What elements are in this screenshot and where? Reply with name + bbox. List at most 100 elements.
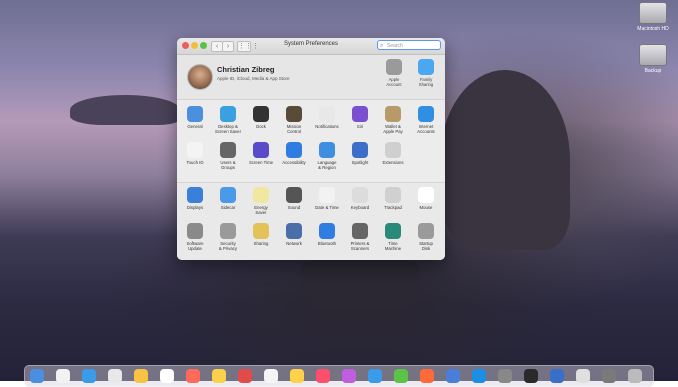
- pane-label: Notifications: [315, 124, 339, 129]
- pane-house-lock[interactable]: Security & Privacy: [211, 223, 245, 251]
- pane-clock[interactable]: Date & Time: [310, 187, 344, 210]
- pane-label: Sound: [287, 205, 301, 210]
- pane-printer[interactable]: Printers & Scanners: [343, 223, 377, 251]
- speaker-icon: [286, 187, 302, 203]
- keyboard-icon: [352, 187, 368, 203]
- mission-control-icon: [286, 106, 302, 122]
- gear-icon: [187, 223, 203, 239]
- zoom-button[interactable]: [200, 42, 207, 49]
- pane-time-machine[interactable]: Time Machine: [376, 223, 410, 251]
- pane-speaker[interactable]: Sound: [277, 187, 311, 210]
- pane-label: Startup Disk: [419, 241, 433, 251]
- pane-bluetooth[interactable]: Bluetooth: [310, 223, 344, 246]
- mouse-icon: [418, 187, 434, 203]
- users-icon: [220, 142, 236, 158]
- accessibility-icon: [286, 142, 302, 158]
- minimize-button[interactable]: [191, 42, 198, 49]
- pane-label: Siri: [356, 124, 364, 129]
- cloud-icon: [418, 59, 434, 75]
- pane-mouse[interactable]: Mouse: [409, 187, 443, 210]
- pane-notifications[interactable]: Notifications: [310, 106, 344, 129]
- family-sharing-item[interactable]: Family Sharing: [411, 59, 441, 87]
- pane-siri[interactable]: Siri: [343, 106, 377, 129]
- close-button[interactable]: [182, 42, 189, 49]
- pane-mission-control[interactable]: Mission Control: [277, 106, 311, 134]
- avatar[interactable]: [187, 64, 213, 90]
- pane-label: Language & Region: [317, 160, 337, 170]
- apple-icon: [386, 59, 402, 75]
- pane-puzzle[interactable]: Extensions: [376, 142, 410, 165]
- pane-label: Software Update: [186, 241, 204, 251]
- pane-sidecar[interactable]: Sidecar: [211, 187, 245, 210]
- forward-button[interactable]: ›: [222, 41, 234, 52]
- pane-wallet[interactable]: Wallet & Apple Pay: [376, 106, 410, 134]
- pane-label: Touch ID: [186, 160, 204, 165]
- pane-general[interactable]: General: [178, 106, 212, 129]
- show-all-button[interactable]: ⋮⋮⋮: [237, 41, 259, 52]
- house-lock-icon: [220, 223, 236, 239]
- desktop-icon-label: Macintosh HD: [637, 26, 669, 32]
- pane-keyboard[interactable]: Keyboard: [343, 187, 377, 210]
- pane-disk[interactable]: Startup Disk: [409, 223, 443, 251]
- notifications-icon: [319, 106, 335, 122]
- apple-account-item[interactable]: Apple Account: [379, 59, 409, 87]
- pane-spotlight[interactable]: Spotlight: [343, 142, 377, 165]
- island-landmass: [440, 70, 570, 250]
- system-preferences-window: ‹ › ⋮⋮⋮ System Preferences ⌕ Search Chri…: [177, 38, 445, 260]
- pane-dock[interactable]: Dock: [244, 106, 278, 129]
- siri-icon: [352, 106, 368, 122]
- pane-label: Date & Time: [315, 205, 339, 210]
- pane-accessibility[interactable]: Accessibility: [277, 142, 311, 165]
- pane-label: Keyboard: [350, 205, 370, 210]
- pane-label: Desktop & Screen Saver: [214, 124, 242, 134]
- pane-label: Trackpad: [384, 205, 402, 210]
- desktop-drive[interactable]: Backup: [633, 44, 673, 74]
- wallet-icon: [385, 106, 401, 122]
- desktop-drive[interactable]: Macintosh HD: [633, 2, 673, 32]
- bluetooth-icon: [319, 223, 335, 239]
- pane-hourglass[interactable]: Screen Time: [244, 142, 278, 165]
- pane-display[interactable]: Displays: [178, 187, 212, 210]
- pane-label: Mouse: [419, 205, 433, 210]
- disk-icon: [418, 223, 434, 239]
- desktop-icon: [220, 106, 236, 122]
- user-subtitle: Apple ID, iCloud, Media & App Store: [217, 76, 290, 81]
- spotlight-icon: [352, 142, 368, 158]
- pane-desktop[interactable]: Desktop & Screen Saver: [211, 106, 245, 134]
- pane-network[interactable]: Network: [277, 223, 311, 246]
- search-placeholder: Search: [387, 43, 403, 49]
- pane-globe[interactable]: Language & Region: [310, 142, 344, 170]
- pane-label: Mission Control: [286, 124, 302, 134]
- search-icon: ⌕: [380, 43, 384, 49]
- pane-label: Spotlight: [351, 160, 369, 165]
- pane-gear[interactable]: Software Update: [178, 223, 212, 251]
- sidecar-icon: [220, 187, 236, 203]
- pane-trackpad[interactable]: Trackpad: [376, 187, 410, 210]
- pane-label: Energy Saver: [254, 205, 268, 215]
- pane-label: Displays: [186, 205, 204, 210]
- hard-drive-icon: [639, 44, 667, 66]
- pane-label: Network: [286, 241, 302, 246]
- pane-users[interactable]: Users & Groups: [211, 142, 245, 170]
- at-icon: [418, 106, 434, 122]
- display-icon: [187, 187, 203, 203]
- apple-id-banner: Christian Zibreg Apple ID, iCloud, Media…: [177, 55, 445, 100]
- pane-label: Users & Groups: [220, 160, 236, 170]
- search-field[interactable]: ⌕ Search: [377, 40, 441, 50]
- dock: [24, 365, 654, 387]
- pane-label: Bluetooth: [317, 241, 337, 246]
- pane-label: Accessibility: [282, 160, 306, 165]
- pane-label: Security & Privacy: [218, 241, 238, 251]
- pane-label: Screen Time: [248, 160, 274, 165]
- pane-at[interactable]: Internet Accounts: [409, 106, 443, 134]
- pane-fingerprint[interactable]: Touch ID: [178, 142, 212, 165]
- pane-label: Dock: [256, 124, 266, 129]
- puzzle-icon: [385, 142, 401, 158]
- titlebar: ‹ › ⋮⋮⋮ System Preferences ⌕ Search: [177, 38, 445, 55]
- pane-label: Wallet & Apple Pay: [383, 124, 403, 134]
- island-landmass: [70, 95, 180, 125]
- trackpad-icon: [385, 187, 401, 203]
- pane-lightbulb[interactable]: Energy Saver: [244, 187, 278, 215]
- pane-sharing[interactable]: Sharing: [244, 223, 278, 246]
- pane-label: Printers & Scanners: [350, 241, 370, 251]
